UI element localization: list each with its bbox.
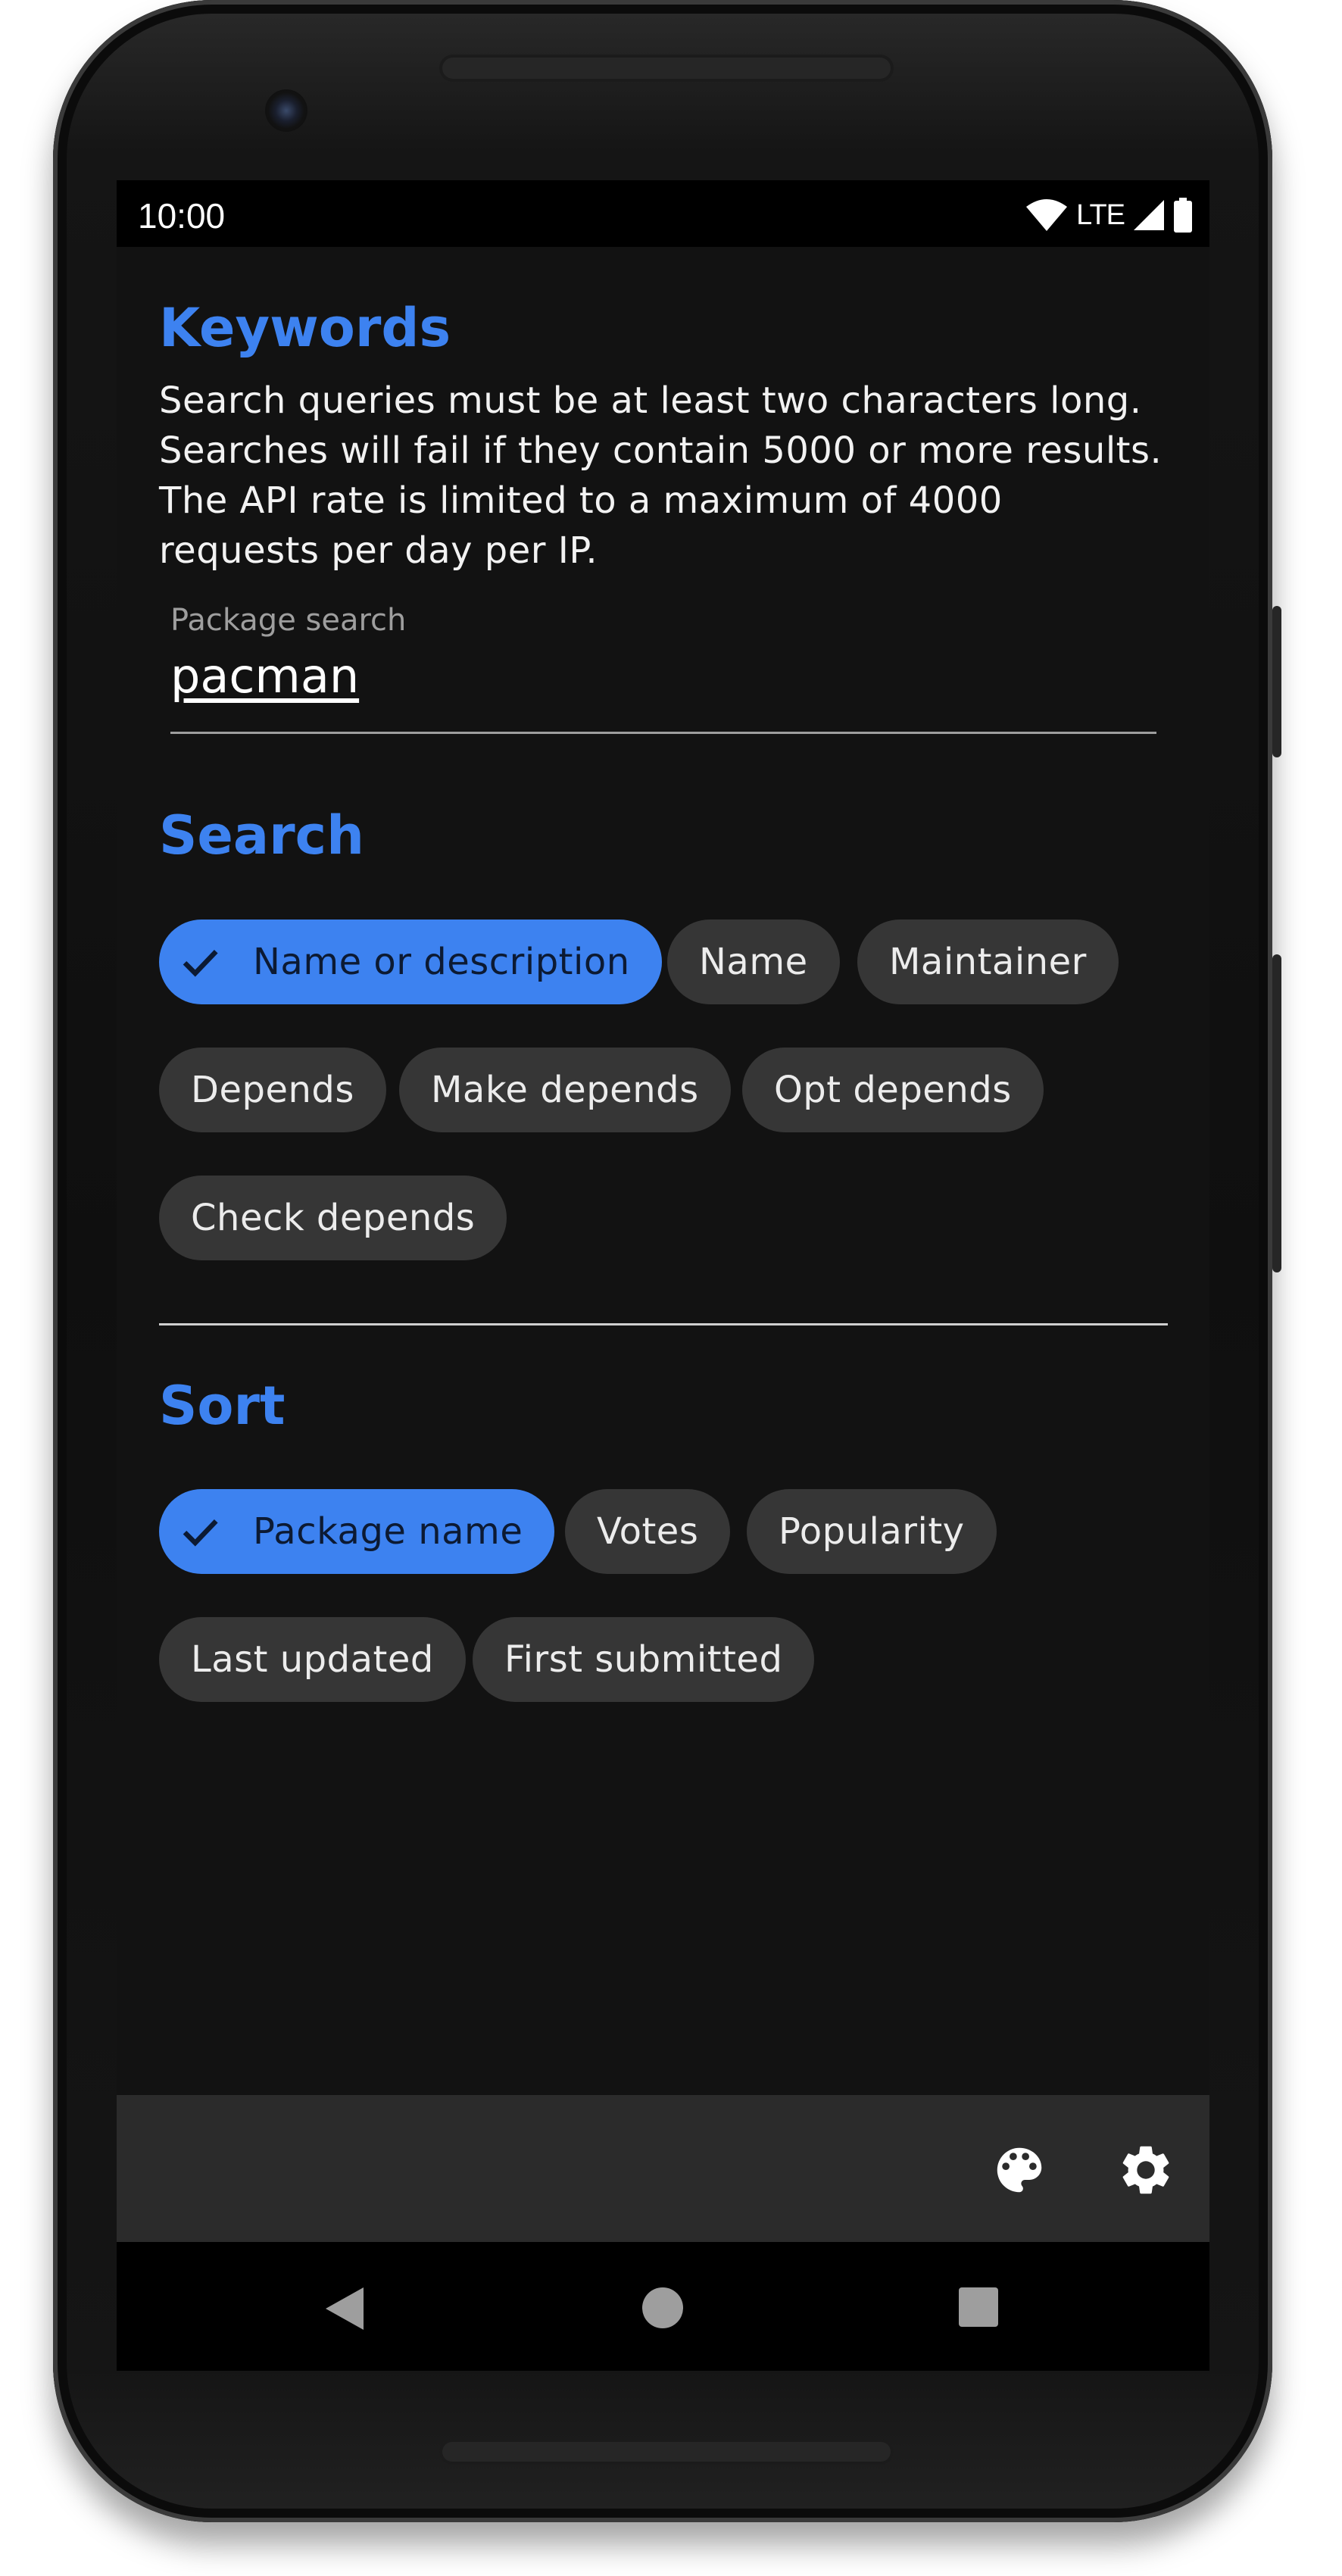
keywords-section: Keywords Search queries must be at least…	[159, 301, 1174, 576]
search-title: Search	[159, 804, 364, 866]
status-icons: LTE	[1025, 197, 1193, 233]
wifi-icon	[1026, 199, 1068, 231]
checkmark-icon	[183, 1519, 218, 1547]
chip-label: Package name	[253, 1510, 523, 1553]
status-time: 10:00	[138, 196, 226, 236]
package-search-field[interactable]: Package search pacman	[170, 603, 1156, 735]
chip-label: Opt depends	[774, 1069, 1012, 1111]
package-search-label: Package search	[170, 603, 407, 638]
chip-label: Maintainer	[889, 941, 1087, 983]
chip-label: Make depends	[431, 1069, 699, 1111]
chip-package-name[interactable]: Package name	[159, 1489, 555, 1574]
chip-name-or-description[interactable]: Name or description	[159, 920, 662, 1004]
chip-label: Popularity	[779, 1510, 965, 1553]
chip-depends[interactable]: Depends	[159, 1048, 386, 1132]
chip-name[interactable]: Name	[667, 920, 840, 1004]
chip-last-updated[interactable]: Last updated	[159, 1617, 466, 1702]
front-camera	[265, 89, 307, 132]
bottom-speaker	[439, 2439, 894, 2465]
chip-check-depends[interactable]: Check depends	[159, 1176, 507, 1260]
chip-label: Last updated	[191, 1638, 434, 1681]
palette-icon[interactable]	[990, 2140, 1049, 2200]
section-divider	[159, 1323, 1168, 1325]
chip-first-submitted[interactable]: First submitted	[473, 1617, 815, 1702]
chip-opt-depends[interactable]: Opt depends	[742, 1048, 1044, 1132]
settings-gear-icon[interactable]	[1116, 2140, 1175, 2200]
keywords-title: Keywords	[159, 297, 451, 359]
network-type: LTE	[1076, 198, 1125, 231]
chip-label: Depends	[191, 1069, 354, 1111]
checkmark-icon	[183, 950, 218, 977]
chip-label: Check depends	[191, 1197, 476, 1239]
status-bar: 10:00 LTE	[117, 180, 1209, 247]
top-speaker	[439, 55, 894, 82]
power-button	[1272, 606, 1281, 757]
package-search-input[interactable]: pacman	[170, 648, 1156, 704]
volume-button	[1272, 954, 1281, 1272]
cell-signal-icon	[1134, 200, 1164, 230]
home-circle-icon[interactable]	[641, 2286, 685, 2330]
keywords-description: Search queries must be at least two char…	[159, 379, 1163, 572]
sort-title: Sort	[159, 1375, 286, 1437]
chip-maintainer[interactable]: Maintainer	[857, 920, 1119, 1004]
app-screen: 10:00 LTE Keywords Search queries must b…	[117, 180, 1209, 2371]
chip-label: Name	[699, 941, 808, 983]
chip-make-depends[interactable]: Make depends	[399, 1048, 731, 1132]
chip-popularity[interactable]: Popularity	[747, 1489, 997, 1574]
package-search-underline	[170, 732, 1156, 734]
chip-label: Name or description	[253, 941, 630, 983]
system-nav-bar	[117, 2242, 1209, 2371]
recents-square-icon[interactable]	[957, 2286, 1000, 2328]
back-triangle-icon[interactable]	[323, 2286, 365, 2331]
chip-label: First submitted	[504, 1638, 783, 1681]
chip-votes[interactable]: Votes	[565, 1489, 731, 1574]
bottom-app-bar	[117, 2095, 1209, 2242]
battery-icon	[1174, 198, 1192, 233]
chip-label: Votes	[597, 1510, 699, 1553]
